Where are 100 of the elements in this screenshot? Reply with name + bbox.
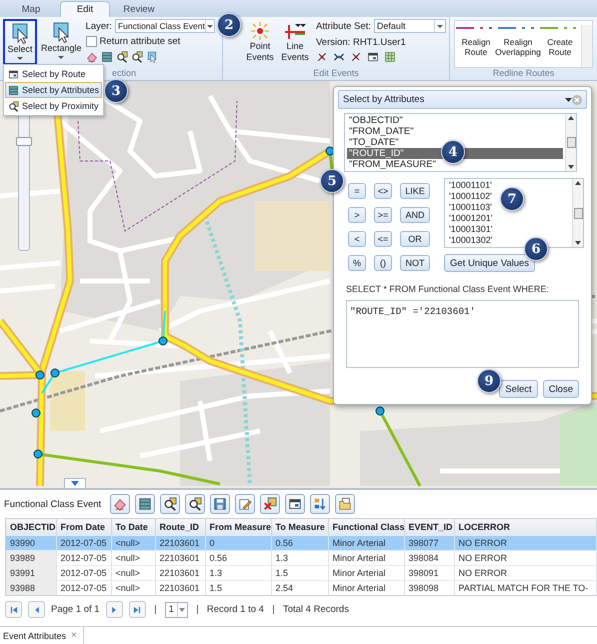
table-cell: PARTIAL MATCH FOR THE TO- [454,580,596,595]
table-cell: 2.54 [271,580,328,595]
eraser-icon [113,497,128,511]
point-events-button[interactable]: Point Events [244,19,276,68]
expression-field[interactable]: "ROUTE_ID" ='22103601' [346,300,579,368]
grid-icon [384,51,396,63]
column-header[interactable]: Functional Class [328,519,404,536]
panel-toggle-button[interactable] [64,478,86,488]
table-cell: NO ERROR [454,566,596,580]
table-cell: 22103601 [155,550,205,566]
vertex-marker [50,368,60,378]
column-header[interactable]: To Date [111,519,155,536]
table-row[interactable]: 93991 2012-07-05 <null> 22103601 1.3 1.5 Minor Arterial 398091 NO ERROR [6,566,596,580]
operator-button[interactable]: < [348,231,366,247]
operator-button[interactable]: LIKE [400,183,430,199]
last-page-button[interactable] [128,601,146,618]
table-cell: 398091 [404,566,454,580]
table-icon [8,84,19,96]
table-cell: 1.3 [205,566,271,580]
version-text: Version: RHT1.User1 [316,36,406,48]
page-text: Page 1 of 1 [51,604,100,615]
table-cell: 93989 [6,550,56,566]
list-item[interactable]: '10001102' [447,191,494,202]
close-tab-button[interactable]: × [71,630,77,641]
list-item[interactable]: '10001301' [447,224,494,235]
scrollbar[interactable] [581,25,592,67]
attribute-set-dropdown[interactable]: Default [374,19,446,33]
zoom-icon [163,497,178,511]
line-events-button[interactable]: Line Events [279,19,311,68]
delete-icon [263,497,278,511]
get-unique-values-button[interactable]: Get Unique Values [444,254,536,272]
operator-button[interactable]: <= [374,231,392,247]
toolbar-button[interactable] [210,494,230,514]
table-row[interactable]: 93990 2012-07-05 <null> 22103601 0 0.56 Minor Arterial 398077 NO ERROR [6,536,596,550]
scroll-up-icon [568,116,574,120]
operator-button[interactable]: NOT [400,255,430,271]
column-header[interactable]: EVENT_ID [404,519,454,536]
column-header[interactable]: OBJECTID [6,519,56,536]
close-button[interactable]: Close [542,380,579,398]
query-label: SELECT * FROM Functional Class Event WHERE: [346,284,550,294]
page-dropdown[interactable]: 1 [164,602,188,618]
column-header[interactable]: To Measure [271,519,328,536]
operator-button[interactable]: % [348,255,366,271]
menu-item[interactable]: Select by Proximity [5,98,102,114]
cross-icon [316,51,328,63]
scrollbar-thumb[interactable] [566,137,576,148]
zoom-icon [8,100,19,112]
scrollbar-thumb[interactable] [574,208,582,218]
operator-button[interactable]: <> [374,183,392,199]
column-header[interactable]: From Date [56,519,111,536]
toolbar-button[interactable] [135,494,156,514]
checkbox-label: Return attribute set [100,36,180,46]
next-page-button[interactable] [106,601,123,618]
table-cell: 22103601 [155,566,205,580]
layer-dropdown[interactable]: Functional Class Event [114,19,215,33]
ribbon-tab[interactable]: Map [6,1,56,17]
column-header[interactable]: From Measure [205,519,271,536]
table-cell: 2012-07-05 [56,550,111,566]
operator-button[interactable]: AND [400,207,430,223]
ribbon-tab[interactable]: Edit [60,1,110,17]
redline-tool-button[interactable]: Create Route [539,25,581,67]
checkbox[interactable] [86,36,97,46]
point-icon [249,21,271,41]
column-header[interactable]: Route_ID [155,519,205,536]
menu-item[interactable]: Select by Attributes [5,82,102,98]
table-cell: Minor Arterial [328,536,404,550]
column-header[interactable]: LOCERROR [454,519,596,536]
table-cell: <null> [111,536,155,550]
list-item[interactable]: "FROM_DATE" [347,126,563,137]
operator-button[interactable]: () [374,255,392,271]
table-cell: <null> [111,550,155,566]
first-page-button[interactable] [5,601,22,618]
redline-tool-button[interactable]: Realign Route [455,25,497,67]
list-item[interactable]: '10001302' [447,235,494,246]
toolbar-button[interactable] [185,494,206,514]
table-row[interactable]: 93989 2012-07-05 <null> 22103601 0.56 1.3 Minor Arterial 398084 NO ERROR [6,550,596,566]
select-button[interactable]: Select [499,380,538,398]
folder-icon [338,497,352,511]
toolbar-button[interactable] [110,494,130,514]
menu-item[interactable]: Select by Route [5,66,102,82]
ribbon-tab[interactable]: Review [114,1,164,17]
operator-button[interactable]: OR [400,231,430,247]
list-item[interactable]: '10001101' [447,180,494,191]
toolbar-button[interactable] [260,494,280,514]
cross-icon [350,51,362,63]
operator-button[interactable]: > [348,207,366,223]
table-row[interactable]: 93988 2012-07-05 <null> 22103601 1.5 2.54 Minor Arterial 398098 PARTIAL MATCH FOR THE TO- [6,580,596,595]
previous-page-button[interactable] [28,601,45,618]
slider-thumb[interactable] [16,136,32,146]
list-item[interactable]: "OBJECTID" [347,115,563,126]
table-cell: 0.56 [271,536,328,550]
toolbar-button[interactable] [160,494,180,514]
operator-button[interactable]: >= [374,207,392,223]
table-cell: 2012-07-05 [56,580,111,595]
panel-tab[interactable]: Event Attributes × [0,627,84,644]
list-item[interactable]: '10001103' [447,202,494,213]
list-item[interactable]: '10001201' [447,213,494,224]
toolbar-button[interactable] [285,494,306,514]
redline-tool-button[interactable]: Realign Overlapping [497,25,539,67]
operator-button[interactable]: = [348,183,366,199]
